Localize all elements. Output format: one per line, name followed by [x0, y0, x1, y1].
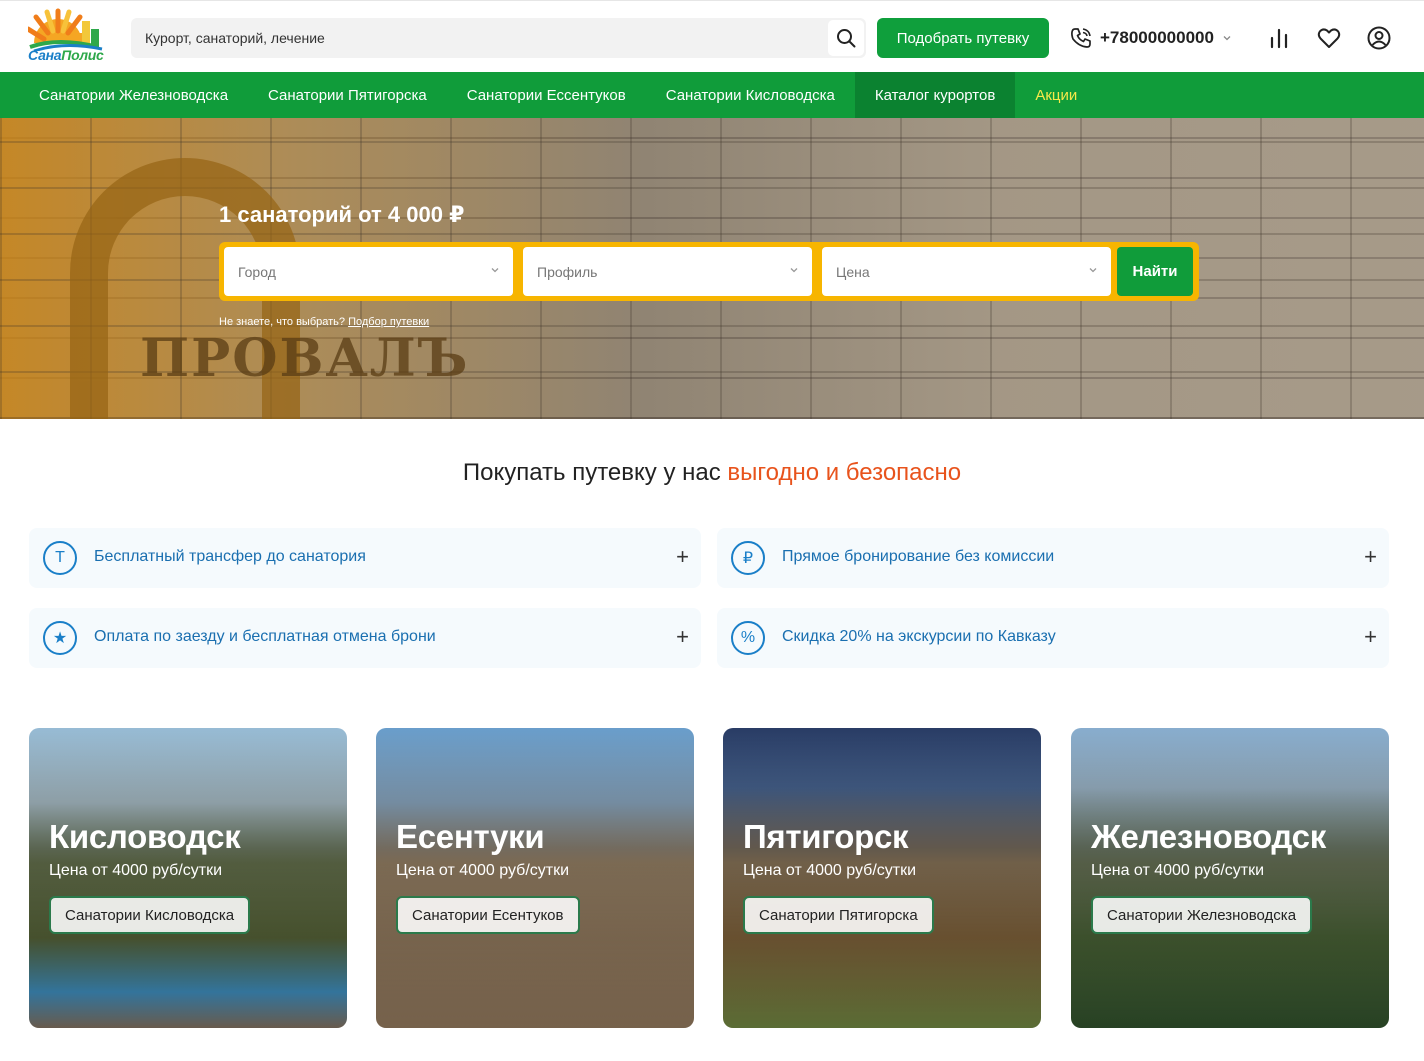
expand-plus-icon: + [1364, 624, 1377, 649]
benefit-transfer[interactable]: Т Бесплатный трансфер до санатория + [29, 528, 701, 588]
nav-item-zheleznovodsk[interactable]: Санатории Железноводска [19, 72, 248, 118]
card-title: Есентуки [396, 818, 545, 855]
benefit-discount[interactable]: % Скидка 20% на экскурсии по Кавказу + [717, 608, 1389, 668]
search-bar [131, 18, 866, 58]
chevron-down-icon [1223, 36, 1231, 41]
city-card-pyatigorsk[interactable]: Пятигорск Цена от 4000 руб/сутки Санатор… [723, 728, 1041, 1028]
expand-plus-icon: + [1364, 544, 1377, 569]
card-button[interactable]: Санатории Пятигорска [743, 896, 934, 934]
find-button[interactable]: Найти [1117, 247, 1193, 296]
nav-item-essentuki[interactable]: Санатории Ессентуков [447, 72, 646, 118]
benefits-title-accent: выгодно и безопасно [727, 459, 962, 486]
percent-icon: % [731, 621, 765, 655]
star-icon: ★ [43, 621, 77, 655]
hero-hint: Не знаете, что выбрать? Подбор путевки [219, 316, 429, 328]
benefits-title: Покупать путевку у нас выгодно и безопас… [0, 459, 1424, 487]
user-icon [1367, 26, 1391, 50]
card-button[interactable]: Санатории Железноводска [1091, 896, 1313, 934]
logo-text-part1: Сана [28, 47, 62, 63]
card-price: Цена от 4000 руб/сутки [1091, 862, 1265, 879]
benefit-label: Скидка 20% на экскурсии по Кавказу [782, 628, 1056, 645]
nav-item-kislovodsk[interactable]: Санатории Кисловодска [646, 72, 855, 118]
tour-selection-link[interactable]: Подбор путевки [348, 316, 429, 328]
card-price: Цена от 4000 руб/сутки [396, 862, 570, 879]
price-select-label: Цена [836, 263, 870, 280]
account-button[interactable] [1366, 25, 1392, 51]
bar-chart-icon [1270, 28, 1288, 49]
search-button[interactable] [828, 20, 864, 56]
card-button[interactable]: Санатории Кисловодска [49, 896, 251, 934]
transfer-icon: Т [43, 541, 77, 575]
benefit-payment[interactable]: ★ Оплата по заезду и бесплатная отмена б… [29, 608, 701, 668]
hero-sign: ПРОВАЛЪ [140, 328, 470, 389]
heart-icon [1317, 28, 1341, 48]
hero-banner: ПРОВАЛЪ 1 санаторий от 4 000 ₽ Город Про… [0, 118, 1424, 419]
chevron-down-icon [790, 268, 798, 273]
phone-icon [1071, 28, 1091, 48]
city-select[interactable]: Город [224, 247, 513, 296]
city-card-zheleznovodsk[interactable]: Железноводск Цена от 4000 руб/сутки Сана… [1071, 728, 1389, 1028]
profile-select[interactable]: Профиль [523, 247, 812, 296]
pick-tour-button[interactable]: Подобрать путевку [877, 18, 1049, 58]
profile-select-label: Профиль [537, 263, 598, 280]
benefit-label: Оплата по заезду и бесплатная отмена бро… [94, 628, 436, 645]
phone-number: +78000000000 [1100, 28, 1214, 47]
price-select[interactable]: Цена [822, 247, 1111, 296]
card-title: Кисловодск [49, 818, 241, 855]
benefit-direct-booking[interactable]: ₽ Прямое бронирование без комиссии + [717, 528, 1389, 588]
logo-text-part2: Полис [61, 47, 104, 63]
search-icon [837, 29, 856, 48]
logo[interactable]: СанаПолис [28, 7, 112, 65]
main-nav: Санатории Железноводска Санатории Пятиго… [0, 72, 1424, 118]
compare-button[interactable] [1266, 25, 1292, 51]
chevron-down-icon [491, 268, 499, 273]
city-card-essentuki[interactable]: Есентуки Цена от 4000 руб/сутки Санатори… [376, 728, 694, 1028]
site-header: СанаПолис Подобрать путевку +78000000000 [0, 0, 1424, 72]
favorites-button[interactable] [1316, 25, 1342, 51]
hero-title: 1 санаторий от 4 000 ₽ [219, 202, 465, 227]
city-select-label: Город [238, 263, 276, 280]
card-title: Железноводск [1091, 818, 1326, 855]
logo-text: СанаПолис [28, 47, 104, 63]
card-price: Цена от 4000 руб/сутки [743, 862, 917, 879]
sun-logo-icon [28, 8, 103, 51]
benefit-label: Бесплатный трансфер до санатория [94, 548, 366, 565]
nav-item-promo[interactable]: Акции [1015, 72, 1097, 118]
chevron-down-icon [1089, 268, 1097, 273]
search-input[interactable] [131, 18, 821, 58]
hero-hint-text: Не знаете, что выбрать? [219, 316, 346, 328]
nav-item-catalog[interactable]: Каталог курортов [854, 72, 1016, 118]
card-price: Цена от 4000 руб/сутки [49, 862, 223, 879]
expand-plus-icon: + [676, 624, 689, 649]
card-button[interactable]: Санатории Есентуков [396, 896, 580, 934]
expand-plus-icon: + [676, 544, 689, 569]
benefits-title-main: Покупать путевку у нас [462, 459, 728, 486]
nav-item-pyatigorsk[interactable]: Санатории Пятигорска [248, 72, 447, 118]
city-card-kislovodsk[interactable]: Кисловодск Цена от 4000 руб/сутки Санато… [29, 728, 347, 1028]
ruble-icon: ₽ [731, 541, 765, 575]
phone-dropdown[interactable]: +78000000000 [1070, 25, 1232, 51]
benefit-label: Прямое бронирование без комиссии [782, 548, 1055, 565]
hero-search-form: Город Профиль Цена Найти [219, 242, 1199, 301]
card-title: Пятигорск [743, 818, 909, 855]
